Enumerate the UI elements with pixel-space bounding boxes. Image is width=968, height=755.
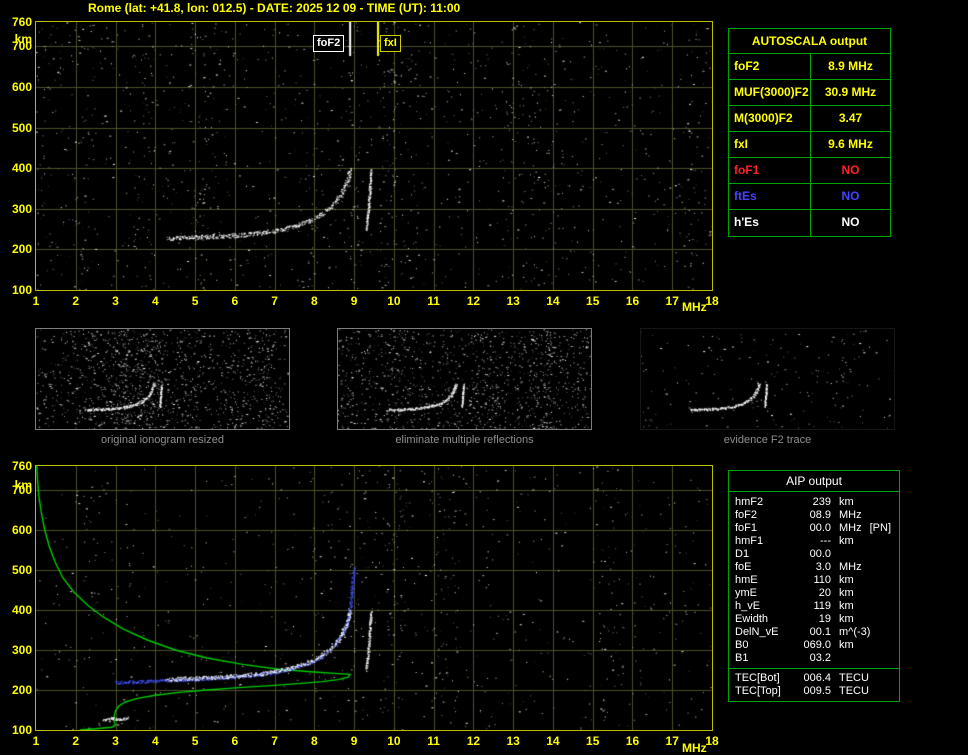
y-tick-label: 200 (2, 242, 32, 256)
y-tick-label: 400 (2, 161, 32, 175)
x-tick-label: 15 (586, 734, 599, 748)
top-plot-x-axis-unit: MHz (682, 300, 707, 314)
y-tick-label: 500 (2, 563, 32, 577)
x-tick-label: 2 (72, 294, 79, 308)
y-tick-label: 300 (2, 643, 32, 657)
x-tick-label: 10 (387, 294, 400, 308)
x-tick-label: 14 (546, 734, 559, 748)
x-tick-label: 6 (231, 294, 238, 308)
y-tick-label: 100 (2, 723, 32, 737)
x-tick-label: 7 (271, 734, 278, 748)
x-tick-label: 10 (387, 734, 400, 748)
x-tick-label: 1 (33, 734, 40, 748)
x-tick-label: 3 (112, 294, 119, 308)
axes-layer: km MHz km MHz 12345678910111213141516171… (0, 0, 968, 755)
x-tick-label: 18 (705, 734, 718, 748)
x-tick-label: 5 (192, 734, 199, 748)
autoscala-screen: Rome (lat: +41.8, lon: 012.5) - DATE: 20… (0, 0, 968, 755)
x-tick-label: 9 (351, 294, 358, 308)
x-tick-label: 13 (506, 294, 519, 308)
x-tick-label: 9 (351, 734, 358, 748)
x-tick-label: 13 (506, 734, 519, 748)
x-tick-label: 18 (705, 294, 718, 308)
x-tick-label: 4 (152, 294, 159, 308)
y-tick-label: 500 (2, 121, 32, 135)
x-tick-label: 14 (546, 294, 559, 308)
bottom-plot-x-axis-unit: MHz (682, 741, 707, 755)
y-tick-label: 700 (2, 39, 32, 53)
x-tick-label: 16 (626, 734, 639, 748)
x-tick-label: 8 (311, 734, 318, 748)
x-tick-label: 1 (33, 294, 40, 308)
y-tick-label: 700 (2, 483, 32, 497)
x-tick-label: 17 (666, 294, 679, 308)
y-tick-label: 760 (2, 459, 32, 473)
x-tick-label: 11 (427, 294, 440, 308)
y-tick-label: 600 (2, 523, 32, 537)
x-tick-label: 7 (271, 294, 278, 308)
x-tick-label: 15 (586, 294, 599, 308)
y-tick-label: 300 (2, 202, 32, 216)
x-tick-label: 5 (192, 294, 199, 308)
x-tick-label: 12 (467, 294, 480, 308)
x-tick-label: 2 (72, 734, 79, 748)
x-tick-label: 16 (626, 294, 639, 308)
x-tick-label: 12 (467, 734, 480, 748)
x-tick-label: 11 (427, 734, 440, 748)
y-tick-label: 400 (2, 603, 32, 617)
y-tick-label: 760 (2, 15, 32, 29)
x-tick-label: 8 (311, 294, 318, 308)
y-tick-label: 600 (2, 80, 32, 94)
x-tick-label: 4 (152, 734, 159, 748)
x-tick-label: 3 (112, 734, 119, 748)
x-tick-label: 6 (231, 734, 238, 748)
y-tick-label: 200 (2, 683, 32, 697)
x-tick-label: 17 (666, 734, 679, 748)
y-tick-label: 100 (2, 283, 32, 297)
